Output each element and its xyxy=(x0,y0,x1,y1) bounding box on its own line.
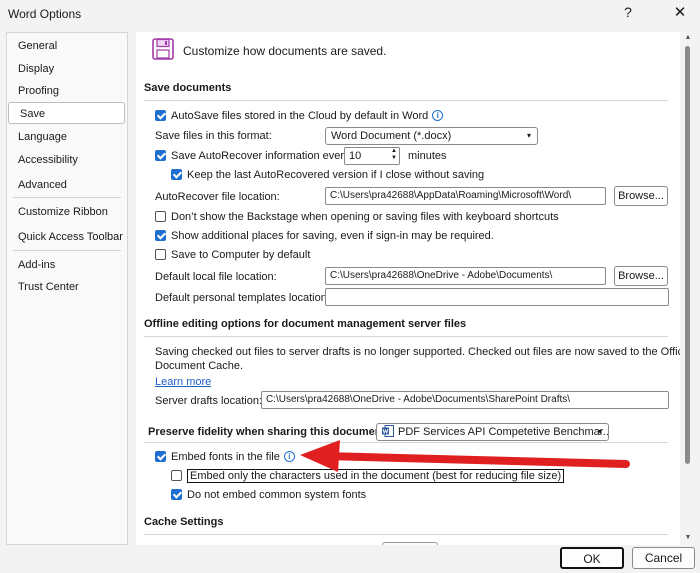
format-dropdown[interactable]: Word Document (*.docx) ▾ xyxy=(325,127,538,145)
nav-item-customize-ribbon[interactable]: Customize Ribbon xyxy=(7,201,127,223)
nav-item-save[interactable]: Save xyxy=(8,102,125,124)
section-title-cache-settings: Cache Settings xyxy=(144,516,224,528)
offline-note-line1: Saving checked out files to server draft… xyxy=(155,346,680,358)
save-to-computer-option[interactable]: Save to Computer by default xyxy=(155,248,310,262)
cancel-button[interactable]: Cancel xyxy=(632,547,695,569)
minutes-label: minutes xyxy=(408,150,447,162)
default-local-label: Default local file location: xyxy=(155,271,277,283)
scroll-thumb[interactable] xyxy=(685,46,690,464)
nav-item-add-ins[interactable]: Add-ins xyxy=(7,254,127,276)
no-common-fonts-option[interactable]: Do not embed common system fonts xyxy=(171,488,366,502)
autosave-checkbox[interactable] xyxy=(155,110,166,121)
close-button[interactable]: ✕ xyxy=(672,3,688,21)
embed-only-used-label: Embed only the characters used in the do… xyxy=(187,469,565,483)
save-options-panel: Customize how documents are saved. Save … xyxy=(136,32,680,545)
server-drafts-input[interactable]: C:\Users\pra42688\OneDrive - Adobe\Docum… xyxy=(261,391,669,409)
chevron-down-icon: ▾ xyxy=(597,427,602,436)
section-title-preserve-fidelity: Preserve fidelity when sharing this docu… xyxy=(148,426,389,438)
nav-divider xyxy=(13,197,121,198)
server-drafts-label: Server drafts location: xyxy=(155,395,262,407)
fidelity-document-dropdown[interactable]: PDF Services API Competetive Benchmar...… xyxy=(376,423,609,441)
scroll-up-icon[interactable]: ▲ xyxy=(683,34,693,41)
embed-only-used-option[interactable]: Embed only the characters used in the do… xyxy=(171,469,565,483)
nav-divider xyxy=(13,250,121,251)
stepper-arrows-icon[interactable]: ▲ ▼ xyxy=(391,148,397,162)
autosave-label: AutoSave files stored in the Cloud by de… xyxy=(171,110,429,122)
info-icon[interactable]: i xyxy=(283,451,295,462)
section-divider xyxy=(144,442,668,443)
nav-item-advanced[interactable]: Advanced xyxy=(7,174,127,196)
section-divider xyxy=(144,534,668,535)
section-title-save-documents: Save documents xyxy=(144,82,232,94)
section-divider xyxy=(144,336,668,337)
nav-item-display[interactable]: Display xyxy=(7,58,127,80)
nav-item-language[interactable]: Language xyxy=(7,126,127,148)
scroll-down-icon[interactable]: ▼ xyxy=(683,534,693,541)
no-common-fonts-label: Do not embed common system fonts xyxy=(187,489,367,501)
title-bar: Word Options ? ✕ xyxy=(0,0,700,28)
autorecover-option[interactable]: Save AutoRecover information every xyxy=(155,149,350,163)
cache-button-partial[interactable] xyxy=(382,542,438,545)
browse-autorecover-button[interactable]: Browse... xyxy=(614,186,668,206)
show-additional-places-label: Show additional places for saving, even … xyxy=(171,230,494,242)
keep-last-label: Keep the last AutoRecovered version if I… xyxy=(187,169,485,181)
nav-item-proofing[interactable]: Proofing xyxy=(7,80,127,102)
options-nav: General Display Proofing Save Language A… xyxy=(6,32,128,545)
learn-more-link[interactable]: Learn more xyxy=(155,375,211,389)
section-divider xyxy=(144,100,668,101)
nav-item-trust-center[interactable]: Trust Center xyxy=(7,276,127,298)
keep-last-checkbox[interactable] xyxy=(171,169,182,180)
fidelity-document-value: PDF Services API Competetive Benchmar... xyxy=(398,426,609,438)
word-document-icon xyxy=(382,425,394,437)
default-local-input[interactable]: C:\Users\pra42688\OneDrive - Adobe\Docum… xyxy=(325,267,606,285)
autorecover-minutes-value: 10 xyxy=(349,150,362,162)
embed-fonts-label: Embed fonts in the file xyxy=(171,451,280,463)
embed-fonts-option[interactable]: Embed fonts in the file i xyxy=(155,450,295,464)
default-templates-input[interactable] xyxy=(325,288,669,306)
autorecover-minutes-stepper[interactable]: 10 ▲ ▼ xyxy=(344,147,400,165)
default-templates-label: Default personal templates location: xyxy=(155,292,330,304)
show-additional-places-option[interactable]: Show additional places for saving, even … xyxy=(155,229,494,243)
ok-button[interactable]: OK xyxy=(560,547,624,569)
autorecover-label: Save AutoRecover information every xyxy=(171,150,350,162)
show-additional-places-checkbox[interactable] xyxy=(155,230,166,241)
nav-item-accessibility[interactable]: Accessibility xyxy=(7,149,127,171)
panel-header-text: Customize how documents are saved. xyxy=(183,44,387,58)
browse-default-local-button[interactable]: Browse... xyxy=(614,266,668,286)
window-title: Word Options xyxy=(8,7,82,21)
section-title-offline-editing: Offline editing options for document man… xyxy=(144,318,467,330)
save-to-computer-label: Save to Computer by default xyxy=(171,249,311,261)
save-to-computer-checkbox[interactable] xyxy=(155,249,166,260)
options-scrollbar[interactable]: ▲ ▼ xyxy=(682,32,694,545)
save-icon xyxy=(152,38,174,60)
autorecover-checkbox[interactable] xyxy=(155,150,166,161)
offline-note-line2: Document Cache. xyxy=(155,360,244,372)
no-common-fonts-checkbox[interactable] xyxy=(171,489,182,500)
chevron-down-icon: ▾ xyxy=(526,131,531,140)
keep-last-option[interactable]: Keep the last AutoRecovered version if I… xyxy=(171,168,484,182)
nav-item-quick-access-toolbar[interactable]: Quick Access Toolbar xyxy=(7,226,127,248)
autosave-option[interactable]: AutoSave files stored in the Cloud by de… xyxy=(155,109,444,123)
nav-item-general[interactable]: General xyxy=(7,35,127,57)
autorecover-location-input[interactable]: C:\Users\pra42688\AppData\Roaming\Micros… xyxy=(325,187,606,205)
format-label: Save files in this format: xyxy=(155,130,272,142)
help-button[interactable]: ? xyxy=(620,4,636,20)
dont-show-backstage-checkbox[interactable] xyxy=(155,211,166,222)
embed-fonts-checkbox[interactable] xyxy=(155,451,166,462)
dont-show-backstage-option[interactable]: Don’t show the Backstage when opening or… xyxy=(155,210,559,224)
format-dropdown-value: Word Document (*.docx) xyxy=(331,130,452,142)
autorecover-location-label: AutoRecover file location: xyxy=(155,191,280,203)
embed-only-used-checkbox[interactable] xyxy=(171,470,182,481)
dont-show-backstage-label: Don’t show the Backstage when opening or… xyxy=(171,211,559,223)
info-icon[interactable]: i xyxy=(432,110,444,121)
